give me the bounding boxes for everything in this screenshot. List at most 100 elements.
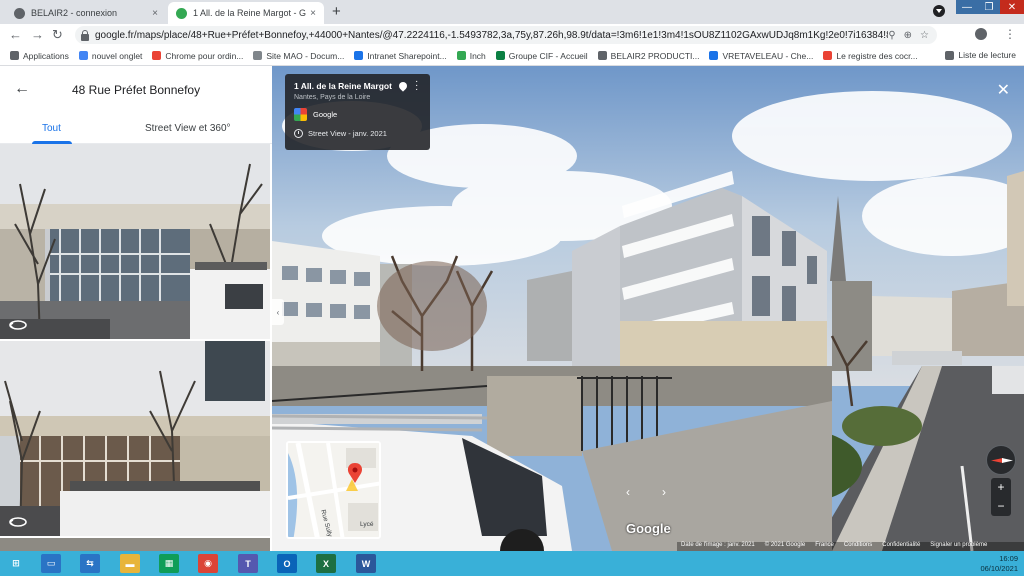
bookmark-item[interactable]: nouvel onglet [78, 51, 142, 61]
place-title: 48 Rue Préfet Bonnefoy [72, 83, 201, 97]
bookmark-item[interactable]: Applications [10, 51, 69, 61]
photo-thumbnail[interactable] [0, 538, 270, 551]
excel-icon[interactable]: X [316, 554, 336, 573]
bookmark-item[interactable]: Inch [456, 50, 486, 61]
mini-map[interactable]: Rue Sully Lycé [286, 441, 381, 539]
report-problem-link[interactable]: Signaler un problème [930, 542, 987, 551]
new-tab-button[interactable]: + [332, 3, 341, 20]
terms-link[interactable]: Conditions [844, 542, 872, 551]
google-logo-icon [294, 108, 307, 121]
next-photo-arrow[interactable]: › [662, 485, 666, 499]
bookmark-item[interactable]: BELAIR2 PRODUCTI... [597, 50, 700, 61]
street-view-panorama[interactable]: 1 All. de la Reine Margot Nantes, Pays d… [272, 66, 1024, 551]
bookmark-favicon-icon [10, 51, 19, 60]
copyright: © 2021 Google [764, 542, 806, 548]
install-icon[interactable]: ⊕ [904, 30, 912, 41]
building-photo-2 [0, 341, 270, 536]
more-options-icon[interactable]: · · · [415, 77, 418, 95]
tab-title: BELAIR2 - connexion [31, 8, 118, 18]
tab-all[interactable]: Tout [42, 123, 61, 134]
back-button[interactable]: ← [9, 27, 22, 43]
reading-list-button[interactable]: Liste de lecture [945, 50, 1016, 60]
bookmark-item[interactable]: Groupe CIF - Accueil [495, 50, 588, 61]
clock-icon [294, 129, 303, 138]
url-text[interactable]: google.fr/maps/place/48+Rue+Préfet+Bonne… [95, 30, 888, 41]
sheets-icon[interactable]: ▦ [159, 554, 179, 573]
bookmark-item[interactable]: Site MAO - Docum... [253, 51, 344, 61]
reload-button[interactable]: ↻ [52, 27, 63, 43]
building-photo-1 [0, 144, 270, 339]
folder-icon[interactable]: ▬ [120, 554, 140, 573]
windows-taskbar: ⊞ ▭ ⇆ ▬ ▦ ◉ T O X W 16:09 06/10/2021 [0, 551, 1024, 576]
bookmark-item[interactable]: Le registre des cocr... [823, 51, 918, 61]
browser-tab-strip: BELAIR2 - connexion × 1 All. de la Reine… [0, 0, 1024, 24]
compass-icon[interactable] [986, 445, 1016, 475]
image-date: Date de l'image : janv. 2021 [681, 542, 755, 548]
tab-belair2[interactable]: BELAIR2 - connexion × [6, 2, 166, 24]
tab-street-view-360[interactable]: Street View et 360° [145, 123, 231, 134]
bookmark-favicon-icon [152, 51, 162, 60]
close-street-view-button[interactable]: ✕ [997, 80, 1010, 100]
teams-icon[interactable]: T [238, 554, 258, 573]
system-clock[interactable]: 16:09 06/10/2021 [980, 554, 1018, 574]
privacy-link[interactable]: Confidentialité [882, 542, 920, 551]
bookmark-favicon-icon [709, 51, 719, 60]
maximize-button[interactable]: ❐ [978, 0, 1000, 14]
bookmark-label: Groupe CIF - Accueil [508, 50, 588, 61]
close-window-button[interactable]: ✕ [1000, 0, 1024, 14]
tab-google-maps[interactable]: 1 All. de la Reine Margot - Goog × [168, 2, 324, 24]
location-info-card[interactable]: 1 All. de la Reine Margot Nantes, Pays d… [285, 74, 430, 150]
capture-date-label: Street View - janv. 2021 [308, 129, 387, 138]
remote-desktop-icon[interactable]: ⇆ [80, 554, 100, 573]
bookmark-item[interactable]: Intranet Sharepoint... [354, 50, 447, 61]
tab-search-icon[interactable] [933, 5, 945, 17]
bookmark-label: Applications [23, 50, 69, 61]
provider-row: Google [294, 108, 421, 121]
bookmark-star-icon[interactable]: ☆ [920, 30, 929, 41]
location-icon[interactable]: ⚲ [888, 30, 895, 41]
forward-button[interactable]: → [31, 27, 44, 43]
zoom-in-button[interactable]: + [991, 478, 1011, 497]
provider-label: Google [313, 110, 338, 119]
tab-title: 1 All. de la Reine Margot - Goog [193, 8, 307, 18]
bookmark-label: Chrome pour ordin... [165, 50, 244, 61]
photo-thumbnail[interactable] [0, 341, 270, 536]
file-explorer-icon[interactable]: ▭ [41, 554, 61, 573]
close-tab-icon[interactable]: × [152, 8, 158, 19]
chrome-menu-icon[interactable]: ⋮ [1004, 27, 1016, 41]
photos-side-panel: ← 48 Rue Préfet Bonnefoy Tout Street Vie… [0, 66, 272, 551]
word-icon[interactable]: W [356, 554, 376, 573]
address-bar[interactable]: google.fr/maps/place/48+Rue+Préfet+Bonne… [75, 26, 937, 44]
bookmark-favicon-icon [78, 51, 88, 60]
previous-photo-arrow[interactable]: ‹ [626, 485, 630, 499]
school-label: Lycé [360, 521, 374, 528]
windows-start-icon[interactable]: ⊞ [6, 554, 26, 573]
minimize-button[interactable]: — [956, 0, 978, 14]
collapse-panel-icon[interactable]: ‹ [272, 299, 284, 325]
bookmark-favicon-icon [597, 51, 607, 60]
bookmark-label: Inch [469, 50, 486, 61]
bookmark-favicon-icon [456, 51, 466, 60]
photo-thumbnail[interactable] [0, 144, 270, 339]
bookmark-favicon-icon [253, 51, 263, 60]
region-text: Nantes, Pays de la Loire [294, 94, 371, 101]
outlook-icon[interactable]: O [277, 554, 297, 573]
profile-avatar-icon[interactable] [975, 28, 987, 40]
country-link[interactable]: France [815, 542, 834, 551]
zoom-out-button[interactable]: − [991, 497, 1011, 516]
bookmark-favicon-icon [823, 51, 833, 60]
bookmark-item[interactable]: Chrome pour ordin... [152, 51, 243, 61]
bookmark-label: Site MAO - Docum... [266, 50, 345, 61]
reading-list-icon [945, 50, 955, 60]
back-arrow-icon[interactable]: ← [14, 80, 30, 98]
bookmark-label: Intranet Sharepoint... [367, 50, 447, 61]
bookmark-item[interactable]: VRETAVELEAU - Che... [709, 51, 813, 61]
capture-date-button[interactable]: Street View - janv. 2021 [294, 129, 421, 138]
zoom-controls: + − [991, 478, 1011, 516]
bookmark-label: BELAIR2 PRODUCTI... [610, 50, 700, 61]
close-tab-icon[interactable]: × [310, 8, 316, 19]
attribution-bar: Date de l'image : janv. 2021 © 2021 Goog… [677, 542, 1024, 551]
panel-header: ← 48 Rue Préfet Bonnefoy [0, 66, 272, 114]
reading-list-label: Liste de lecture [958, 50, 1016, 60]
chrome-icon[interactable]: ◉ [198, 554, 218, 573]
